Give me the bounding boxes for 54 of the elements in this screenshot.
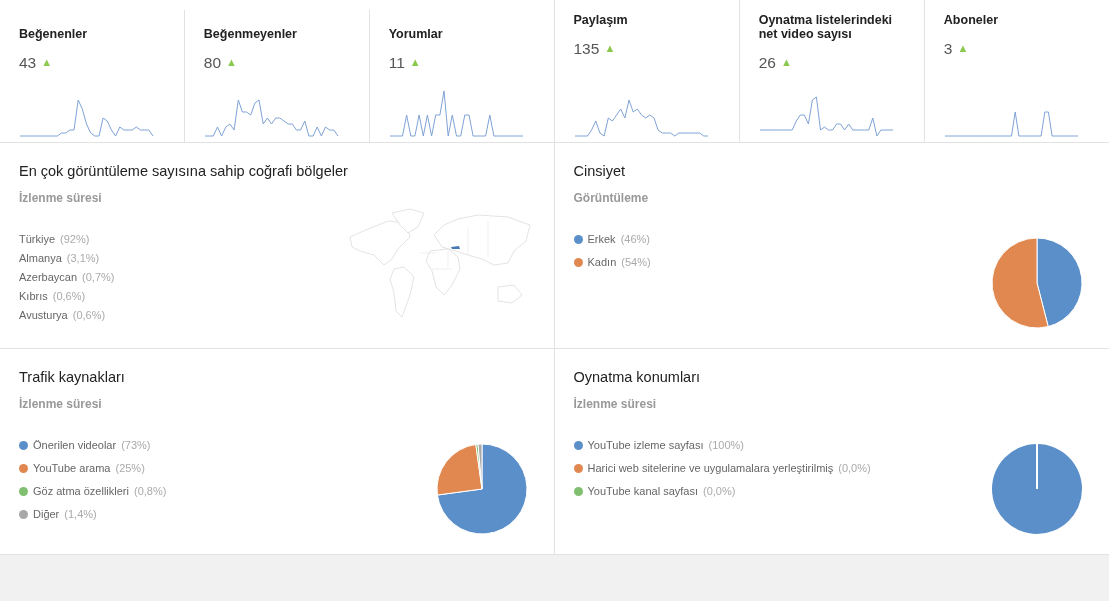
legend-label: Kıbrıs (19, 289, 48, 303)
metric-value: 26 (758, 53, 776, 73)
legend-label: YouTube arama (33, 461, 111, 475)
legend-label: YouTube kanal sayfası (587, 484, 698, 498)
legend-share: (25%) (115, 461, 145, 475)
legend-label: Kadın (587, 255, 617, 269)
metric-title: Aboneler (943, 13, 999, 27)
legend-share: (3,1%) (66, 251, 100, 265)
metric-value: 135 (573, 39, 600, 59)
panel-subtitle: İzlenme süresi (19, 395, 102, 413)
up-triangle-icon: ▲ (409, 57, 421, 69)
metric-title: Beğenenler (19, 27, 88, 41)
panel-title: Trafik kaynakları (19, 368, 125, 387)
legend-label: Göz atma özellikleri (33, 484, 129, 498)
metric-value: 80 (203, 53, 222, 73)
metric-title: Yorumlar (388, 27, 443, 41)
panel-title: Cinsiyet (573, 162, 626, 181)
up-triangle-icon: ▲ (957, 43, 969, 55)
legend-label: Avusturya (19, 308, 68, 322)
legend-share: (0,8%) (134, 484, 167, 498)
panel-subtitle: İzlenme süresi (19, 189, 102, 207)
panel-title: En çok görüntüleme sayısına sahip coğrafi bölgeler (19, 162, 348, 181)
up-triangle-icon: ▲ (41, 57, 53, 69)
legend-share: (0,7%) (82, 270, 115, 284)
metric-value: 3 (943, 39, 953, 59)
up-triangle-icon: ▲ (780, 57, 792, 69)
legend-label: Erkek (587, 232, 616, 246)
metric-title: Paylaşım (573, 13, 628, 27)
metric-title: Oynatma listelerindeki net video sayısı (758, 13, 894, 41)
up-triangle-icon: ▲ (226, 57, 237, 69)
legend-label: Harici web sitelerine ve uygulamalara yerleştirilmiş (587, 461, 834, 475)
legend-share: (92%) (60, 232, 90, 246)
legend-share: (1,4%) (64, 507, 97, 521)
panel-subtitle: Görüntüleme (573, 189, 649, 207)
legend-label: Türkiye (19, 232, 56, 246)
up-triangle-icon: ▲ (604, 43, 616, 55)
panel-subtitle: İzlenme süresi (573, 395, 657, 413)
legend-share: (73%) (121, 438, 151, 452)
legend-share: (0,0%) (838, 461, 871, 475)
metric-value: 11 (388, 53, 405, 73)
legend-share: (0,0%) (703, 484, 736, 498)
legend-share: (0,6%) (52, 289, 86, 303)
legend-label: Almanya (19, 251, 62, 265)
legend-label: Önerilen videolar (33, 438, 117, 452)
legend-label: Diğer (33, 507, 60, 521)
metric-title: Beğenmeyenler (203, 27, 297, 41)
legend-label: YouTube izleme sayfası (587, 438, 704, 452)
legend-label: Azerbaycan (19, 270, 78, 284)
legend-share: (46%) (620, 232, 650, 246)
legend-share: (100%) (708, 438, 744, 452)
legend-share: (54%) (621, 255, 651, 269)
panel-title: Oynatma konumları (573, 368, 701, 387)
legend-share: (0,6%) (72, 308, 106, 322)
metric-value: 43 (19, 53, 37, 73)
